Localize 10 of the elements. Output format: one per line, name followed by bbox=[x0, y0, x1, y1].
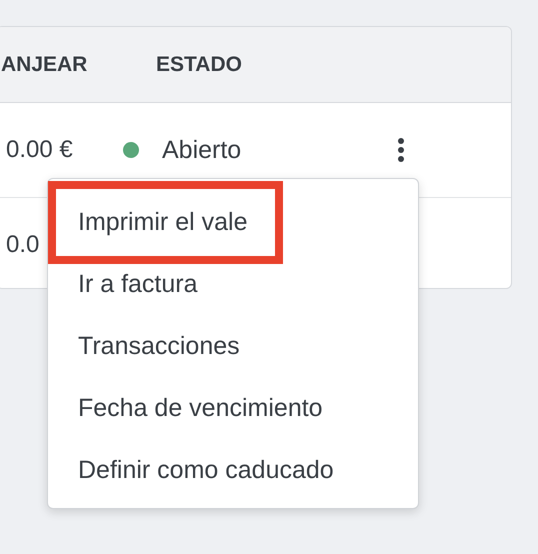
table-cell-text: 0.00 € bbox=[5, 136, 74, 164]
column-header: ANJEAR bbox=[0, 52, 88, 76]
more-icon[interactable] bbox=[397, 137, 405, 163]
menu-item[interactable]: Definir como caducado bbox=[48, 439, 418, 501]
menu-item[interactable]: Transacciones bbox=[48, 315, 418, 377]
column-header: ESTADO bbox=[155, 52, 243, 76]
status-label: Abierto bbox=[162, 136, 242, 164]
menu-item[interactable]: Imprimir el vale bbox=[48, 181, 284, 264]
menu-item[interactable]: Fecha de vencimiento bbox=[48, 377, 418, 439]
table-cell-text: 0.0 bbox=[5, 231, 40, 259]
